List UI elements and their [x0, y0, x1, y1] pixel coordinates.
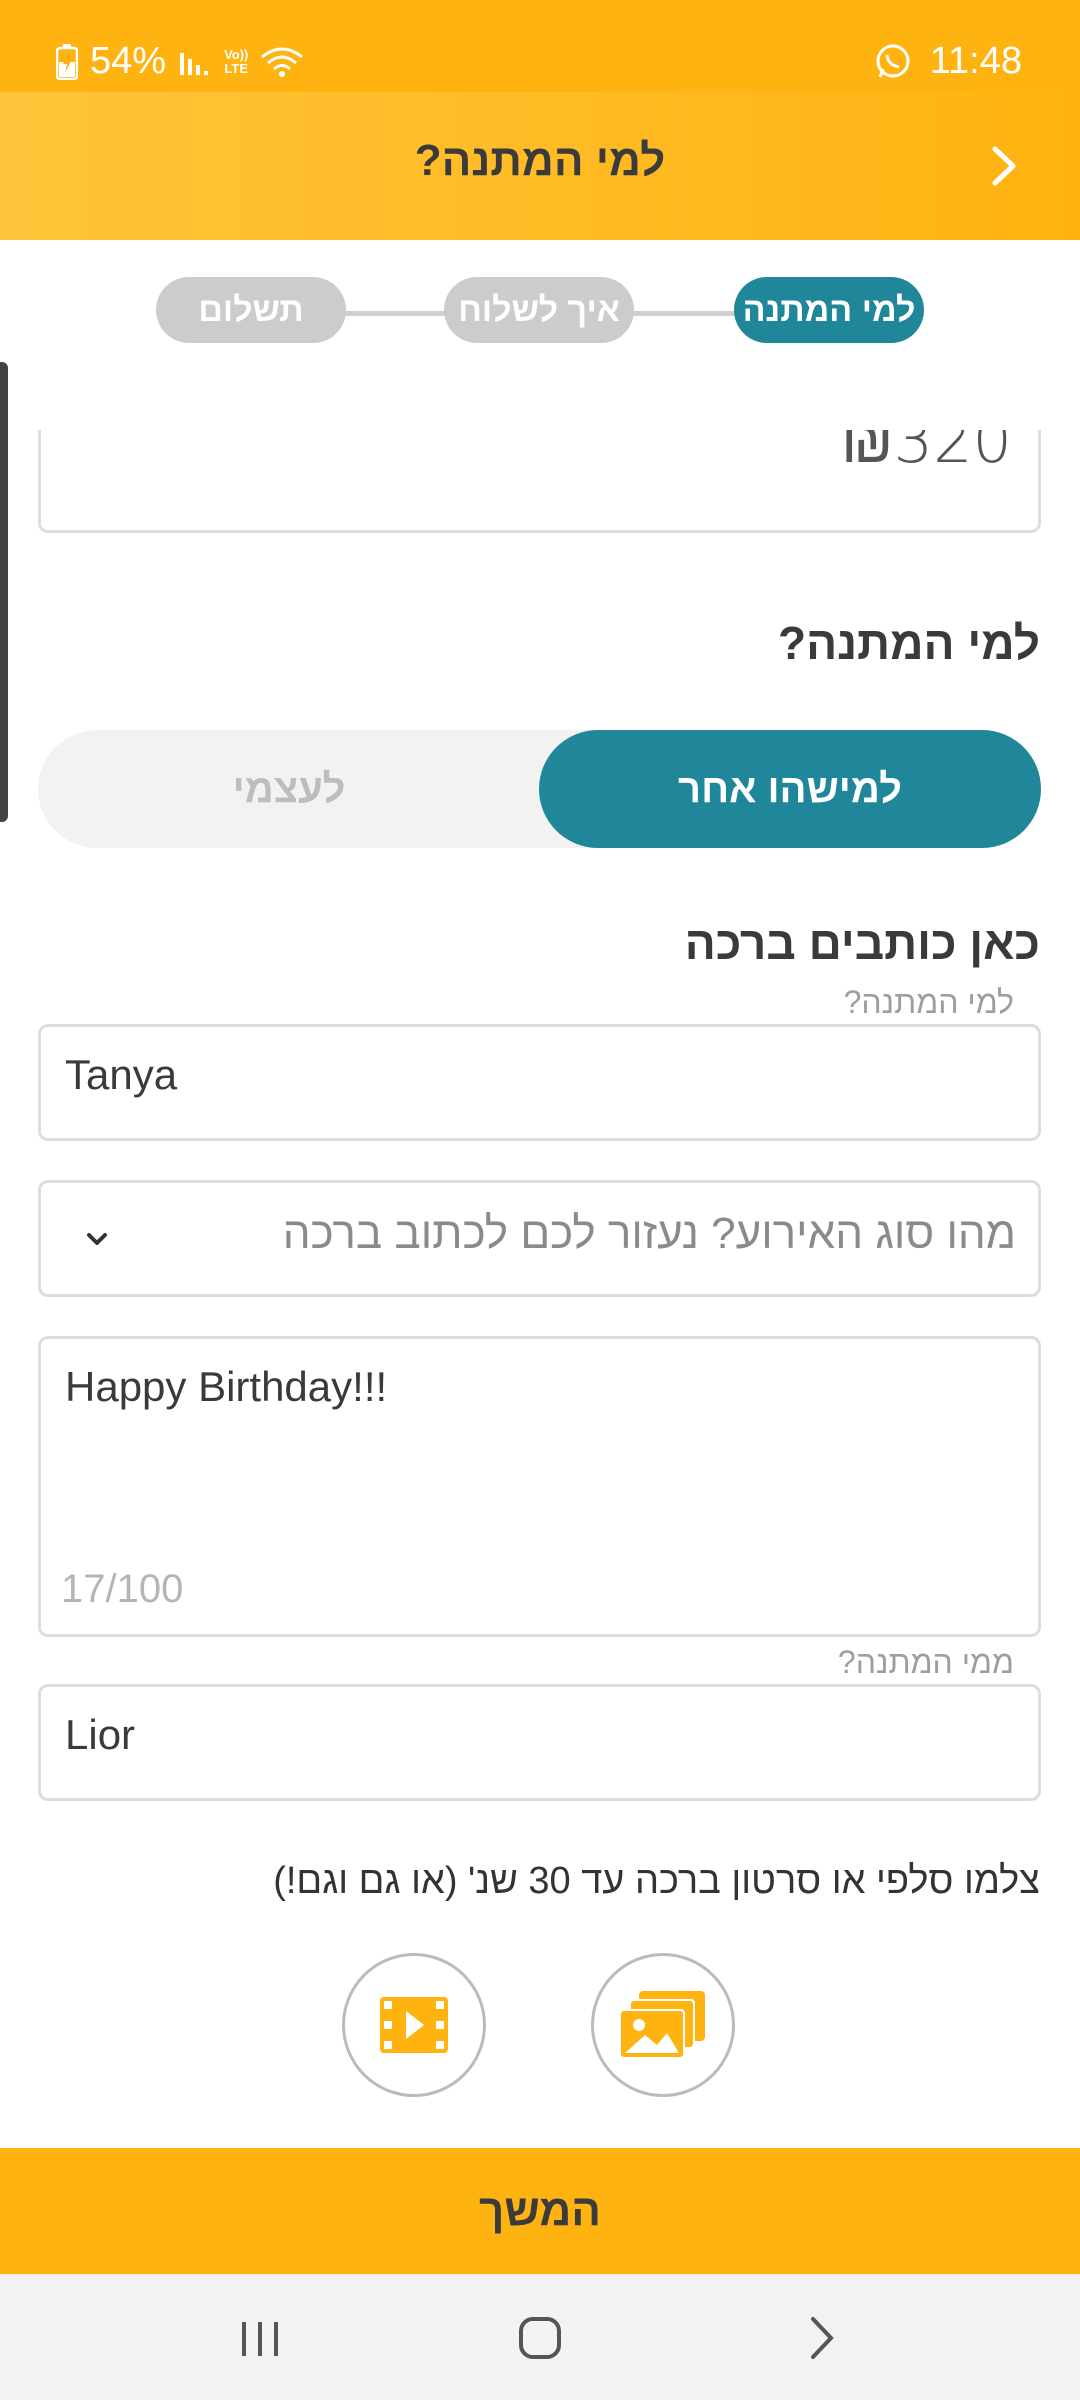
app-header: למי המתנה? [0, 92, 1080, 240]
step-payment-label: תשלום [198, 290, 304, 329]
page-title: למי המתנה? [414, 136, 666, 185]
wifi-icon [260, 45, 304, 79]
battery-icon [56, 43, 78, 80]
amount-field[interactable]: ₪320 [38, 430, 1041, 533]
volte-label: Vo)) [224, 46, 249, 62]
back-nav-icon [811, 2317, 834, 2359]
gallery-icon [619, 1991, 705, 2059]
recipient-toggle: למישהו אחר לעצמי [38, 730, 1041, 848]
to-name-value: Tanya [65, 1051, 178, 1098]
recent-apps-button[interactable] [230, 2308, 290, 2368]
home-icon [519, 2317, 561, 2359]
chevron-right-icon [992, 146, 1016, 186]
from-name-field[interactable]: Lior [38, 1684, 1041, 1801]
step-how-to-send[interactable]: איך לשלוח [444, 277, 634, 343]
volte-icon: Vo)) LTE [224, 46, 249, 76]
back-button[interactable] [974, 136, 1034, 196]
signal-icon [178, 47, 212, 77]
home-button[interactable] [510, 2308, 570, 2368]
recent-apps-icon [242, 2322, 278, 2356]
continue-label: המשך [478, 2186, 602, 2235]
continue-button[interactable]: המשך [0, 2148, 1080, 2274]
greeting-section-title: כאן כותבים ברכה [684, 917, 1040, 969]
step-who-label: למי המתנה [742, 290, 916, 329]
greeting-message-textarea[interactable]: Happy Birthday!!! 17/100 [38, 1336, 1041, 1637]
system-nav-bar [0, 2274, 1080, 2400]
stepper-line-2 [630, 311, 740, 316]
chevron-down-icon [87, 1233, 107, 1245]
video-icon [380, 1997, 448, 2053]
add-photo-button[interactable] [591, 1953, 735, 2097]
status-left: 54% Vo)) LTE [56, 40, 304, 83]
scrollbar[interactable] [0, 362, 8, 822]
character-counter: 17/100 [61, 1567, 184, 1611]
to-name-field[interactable]: Tanya [38, 1024, 1041, 1141]
media-prompt: צלמו סלפי או סרטון ברכה עד 30 שנ' (או גם… [273, 1860, 1040, 1902]
from-label: ממי המתנה? [837, 1644, 1014, 1680]
event-type-placeholder: מהו סוג האירוע? נעזור לכם לכתוב ברכה [282, 1209, 1016, 1258]
whatsapp-icon [874, 43, 912, 81]
greeting-message-text: Happy Birthday!!! [65, 1363, 388, 1410]
recipient-section-title: למי המתנה? [778, 617, 1040, 669]
status-right: 11:48 [874, 40, 1022, 83]
battery-percent: 54% [90, 40, 167, 82]
toggle-someone-else[interactable]: למישהו אחר [539, 730, 1041, 848]
step-how-to-send-label: איך לשלוח [458, 290, 620, 329]
back-nav-button[interactable] [792, 2308, 852, 2368]
status-bar: 54% Vo)) LTE 11:48 [0, 0, 1080, 92]
toggle-myself[interactable]: לעצמי [38, 730, 540, 848]
step-who[interactable]: למי המתנה [734, 277, 924, 343]
from-name-value: Lior [65, 1711, 136, 1758]
lte-label: LTE [224, 60, 249, 76]
to-label: למי המתנה? [843, 984, 1014, 1020]
clock: 11:48 [929, 40, 1022, 82]
add-video-button[interactable] [342, 1953, 486, 2097]
step-payment[interactable]: תשלום [156, 277, 346, 343]
amount-value: ₪320 [841, 430, 1012, 477]
event-type-select[interactable]: מהו סוג האירוע? נעזור לכם לכתוב ברכה [38, 1180, 1041, 1297]
